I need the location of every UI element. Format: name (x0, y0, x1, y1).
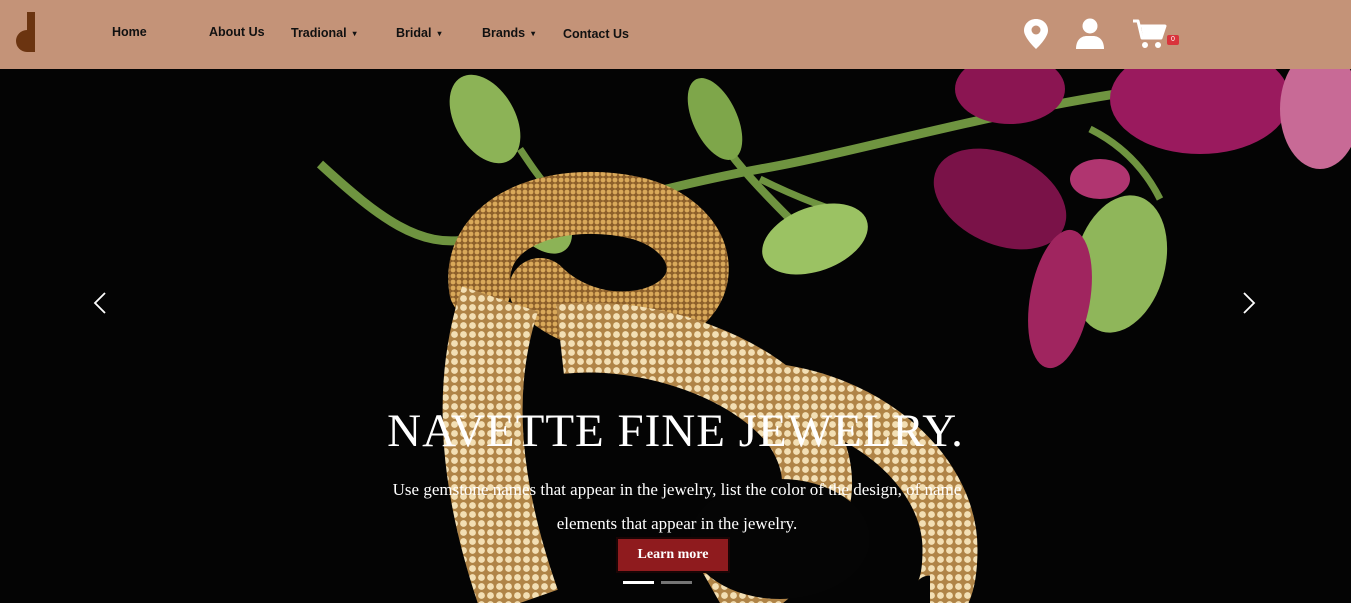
brand-logo[interactable] (10, 12, 40, 54)
hero-carousel: NAVETTE FINE JEWELRY. Use gemstone names… (0, 69, 1351, 603)
nav-contact-us-label: Contact Us (563, 27, 629, 41)
caret-down-icon: ▾ (352, 28, 357, 38)
location-pin-icon[interactable] (1023, 18, 1049, 50)
nav-home[interactable]: Home (112, 22, 147, 42)
caret-down-icon: ▾ (531, 28, 536, 38)
nav-tradional-dropdown[interactable]: Tradional ▾ (291, 23, 357, 44)
nav-brands-label: Brands (482, 26, 526, 40)
carousel-indicator[interactable] (661, 581, 692, 584)
nav-about-us[interactable]: About Us (209, 22, 265, 42)
nav-home-label: Home (112, 25, 147, 39)
cart-icon[interactable] (1132, 18, 1168, 50)
nav-bridal-label: Bridal (396, 26, 432, 40)
chevron-left-icon[interactable] (89, 291, 113, 315)
caret-down-icon: ▾ (437, 28, 442, 38)
hero-description: Use gemstone names that appear in the je… (392, 480, 962, 533)
user-icon[interactable] (1075, 18, 1105, 50)
hero-title: NAVETTE FINE JEWELRY. (387, 405, 964, 457)
nav-bridal-dropdown[interactable]: Bridal ▾ (396, 23, 441, 44)
nav-contact-us[interactable]: Contact Us (563, 24, 629, 44)
nav-about-us-label: About Us (209, 25, 265, 39)
learn-more-button[interactable]: Learn more (616, 537, 730, 573)
cart-count-badge: 0 (1167, 35, 1179, 45)
nav-tradional-label: Tradional (291, 26, 347, 40)
nav-brands-dropdown[interactable]: Brands ▾ (482, 23, 535, 44)
chevron-right-icon[interactable] (1236, 291, 1260, 315)
navbar: Home About Us Tradional ▾ Bridal ▾ Brands ▾… (0, 0, 1351, 69)
carousel-indicator-active[interactable] (623, 581, 654, 584)
